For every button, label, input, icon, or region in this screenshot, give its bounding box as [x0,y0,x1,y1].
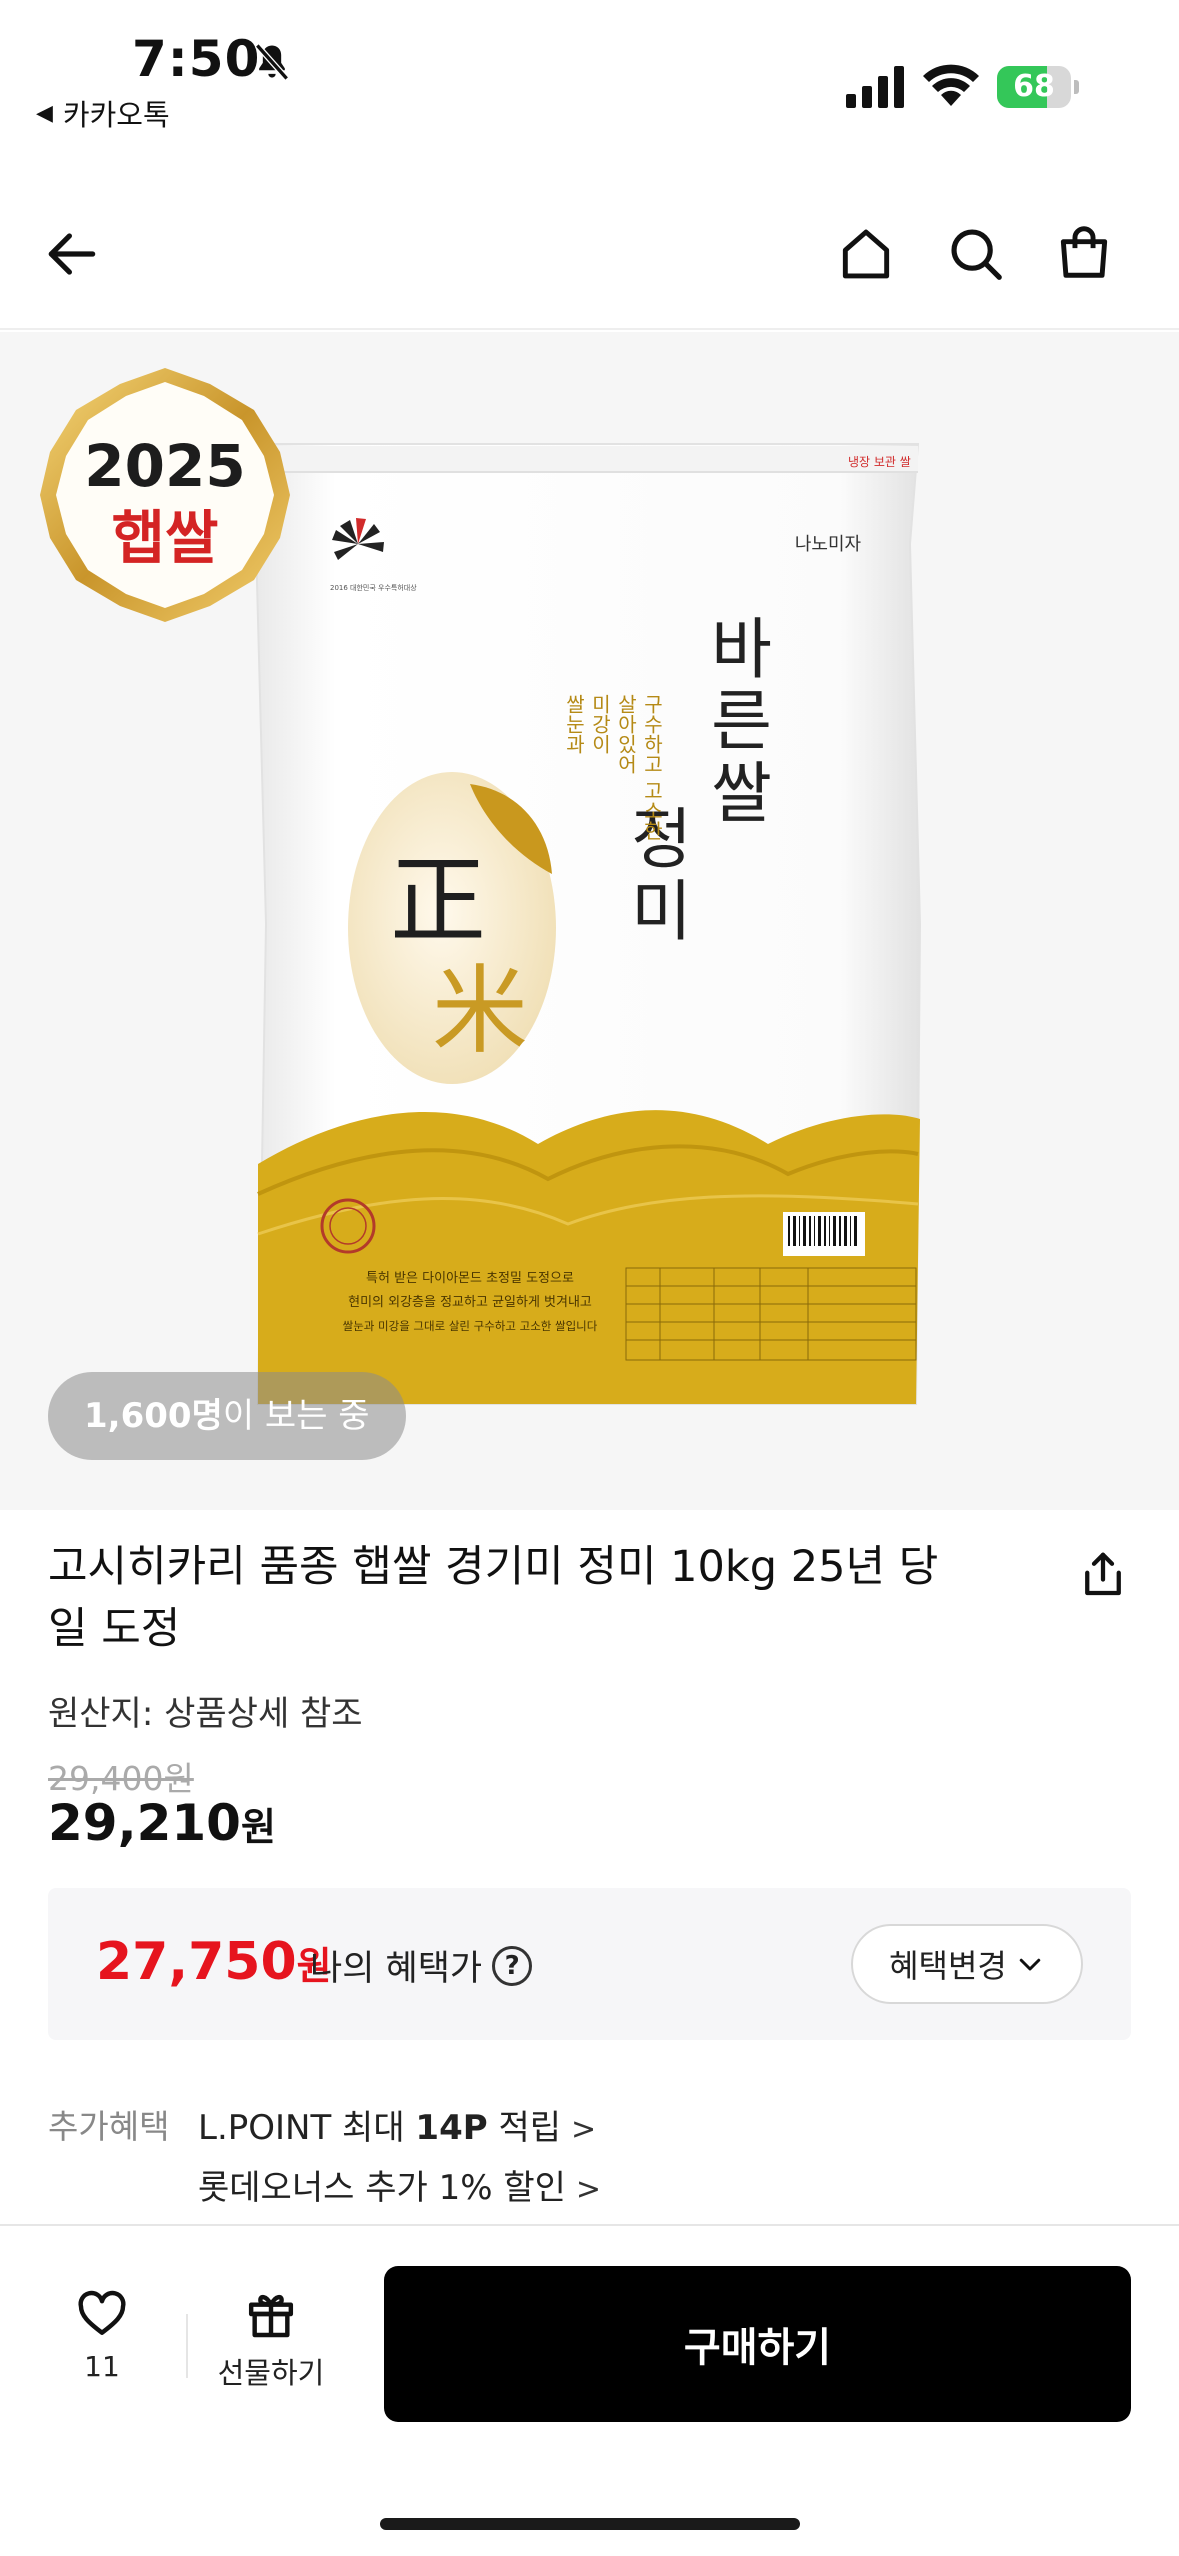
back-button[interactable] [32,214,112,294]
shopping-bag-icon [1060,226,1108,278]
home-button[interactable] [826,214,906,294]
benefit-change-button[interactable]: 혜택변경 [851,1924,1083,2004]
signal-icon [846,66,904,108]
app-header [0,180,1179,330]
share-icon [1085,1552,1121,1596]
current-price-number: 29,210 [48,1794,241,1852]
bag-tagline-1: 구수하고 고소한 [640,694,664,840]
current-price: 29,210원 [48,1794,276,1852]
benefit-price-box: 27,750원 나의 혜택가 ? 혜택변경 [48,1888,1131,2040]
benefit-price-number: 27,750 [96,1932,297,1992]
battery-icon: 68 [997,66,1079,108]
back-app-label: 카카오톡 [62,98,170,132]
rice-bag-image: 냉장 보관 쌀 2016 대한민국 우수특허대상 나노미자 바른쌀 정미 구수하… [254,443,922,1405]
origin-info: 원산지: 상품상세 참조 [48,1694,363,1734]
bottom-action-bar: 11 선물하기 구매하기 [0,2224,1179,2556]
battery-level-text: 68 [1013,69,1055,104]
lotte-owners-text: 롯데오너스 추가 1% 할인 [198,2168,566,2208]
product-image[interactable]: 냉장 보관 쌀 2016 대한민국 우수특허대상 나노미자 바른쌀 정미 구수하… [0,332,1179,1510]
gift-icon [248,2295,294,2338]
viewers-suffix: 이 보는 중 [222,1396,370,1436]
bag-hanja-bottom: 米 [432,955,528,1067]
benefit-change-label: 혜택변경 [889,1947,1007,1985]
search-icon [951,229,1002,280]
bag-hanja-top: 正 [390,845,486,957]
bag-tagline-4: 쌀눈과 [562,694,586,754]
bag-tagline-2: 살아있어 [614,694,638,774]
back-triangle-icon: ◀ [36,100,53,126]
benefit-price: 27,750원 [96,1932,332,1992]
back-to-app-button[interactable]: ◀ 카카오톡 [36,92,170,134]
badge-year: 2025 [84,432,245,500]
cart-button[interactable] [1044,212,1124,292]
bag-tagline-3: 미강이 [588,694,612,754]
badge-text: 햅쌀 [112,504,219,572]
chevron-right-icon: > [571,2112,597,2147]
viewers-count: 1,600명 [84,1396,223,1436]
help-icon[interactable]: ? [492,1945,533,1986]
bag-brand: 나노미자 [795,534,862,555]
extra-benefits-label: 추가혜택 [48,2107,170,2146]
original-price: 29,400원 [48,1759,194,1798]
lpoint-suffix: 적립 [487,2108,562,2148]
product-title: 고시히카리 품종 햅쌀 경기미 정미 10kg 25년 당일 도정 [48,1542,939,1654]
home-icon [842,229,890,279]
bag-desc-2: 현미의 외강층을 정교하고 균일하게 벗겨내고 [348,1295,592,1310]
wifi-icon [923,64,979,106]
bag-desc-3: 쌀눈과 미강을 그대로 살린 구수하고 고소한 쌀입니다 [343,1319,598,1333]
bag-top-strip-text: 냉장 보관 쌀 [848,455,911,469]
back-arrow-icon [48,233,96,275]
status-time: 7:50 [132,30,261,88]
chevron-down-icon [1019,1958,1041,1971]
search-button[interactable] [936,214,1016,294]
gift-button[interactable]: 선물하기 [206,2286,336,2406]
buy-button[interactable]: 구매하기 [384,2266,1131,2422]
current-price-unit: 원 [240,1805,276,1849]
like-count: 11 [84,2350,120,2383]
chevron-right-icon: > [575,2172,602,2207]
bell-slash-icon [255,43,289,81]
viewers-badge: 1,600명이 보는 중 [48,1372,406,1460]
divider [186,2314,188,2378]
lpoint-benefit-link[interactable]: L.POINT 최대 14P 적립 > [198,2100,596,2149]
benefit-label-text: 나의 혜택가 [310,1949,483,1989]
lpoint-prefix: L.POINT 최대 [198,2108,416,2148]
svg-text:2016 대한민국 우수특허대상: 2016 대한민국 우수특허대상 [330,583,417,592]
lotte-owners-benefit-link[interactable]: 롯데오너스 추가 1% 할인 > [198,2160,601,2209]
gift-label: 선물하기 [217,2356,325,2390]
like-button[interactable]: 11 [50,2286,154,2406]
heart-icon [78,2290,126,2335]
bag-desc-1: 특허 받은 다이아몬드 초정밀 도정으로 [366,1271,574,1286]
share-button[interactable] [1068,1540,1138,1610]
lpoint-points: 14P [415,2108,488,2148]
bag-name-line1: 바른쌀 [698,614,775,830]
harvest-2025-badge: 2025 햅쌀 [40,368,290,622]
benefit-label: 나의 혜택가 ? [310,1940,533,1991]
status-bar: 7:50 ◀ 카카오톡 68 [0,0,1179,150]
home-indicator [380,2518,800,2530]
